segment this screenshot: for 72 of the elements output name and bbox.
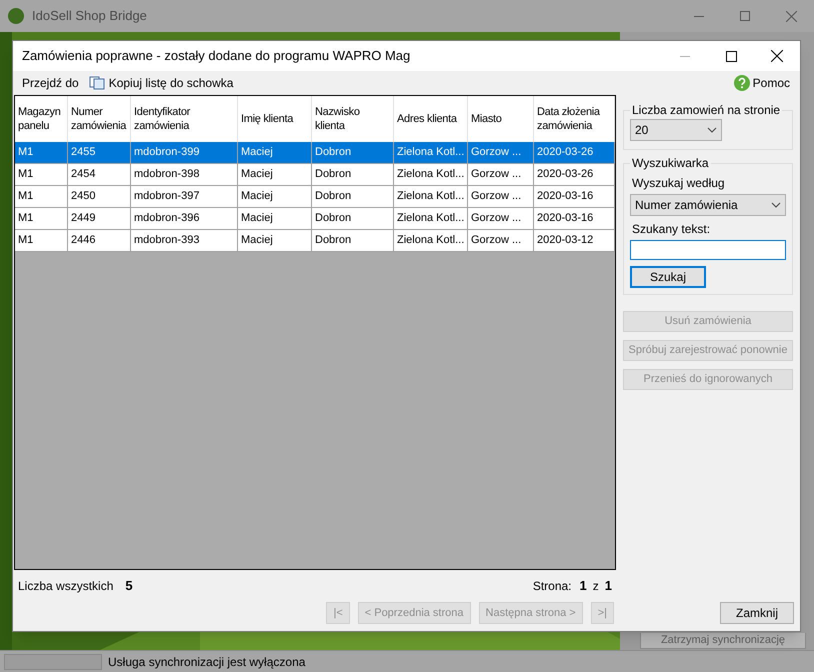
table-row[interactable]: M1 2446 mdobron-393 Maciej Dobron Zielona Kotl... Gorzow ... 2020-03-12	[15, 230, 615, 252]
status-text: Usługa synchronizacji jest wyłączona	[108, 654, 306, 670]
table-cell: 2020-03-26	[534, 164, 615, 185]
copy-icon	[88, 76, 105, 90]
table-row[interactable]: M1 2449 mdobron-396 Maciej Dobron Zielona Kotl... Gorzow ... 2020-03-16	[15, 208, 615, 230]
chevron-down-icon	[707, 127, 717, 133]
table-cell: M1	[15, 164, 68, 185]
table-cell: mdobron-398	[131, 164, 238, 185]
table-cell: Dobron	[312, 186, 394, 207]
total-value: 5	[125, 577, 133, 596]
table-cell: M1	[15, 208, 68, 229]
table-cell: Zielona Kotl...	[394, 186, 468, 207]
table-cell: Zielona Kotl...	[394, 164, 468, 185]
table-row[interactable]: M1 2455 mdobron-399 Maciej Dobron Zielona Kotl... Gorzow ... 2020-03-26	[15, 142, 615, 164]
table-row[interactable]: M1 2450 mdobron-397 Maciej Dobron Zielona Kotl... Gorzow ... 2020-03-16	[15, 186, 615, 208]
table-cell: Gorzow ...	[468, 164, 534, 185]
table-cell: mdobron-396	[131, 208, 238, 229]
window-title: IdoSell Shop Bridge	[32, 7, 147, 26]
page-total: 1	[604, 577, 612, 596]
table-cell: 2020-03-16	[534, 208, 615, 229]
table-cell: M1	[15, 142, 68, 163]
table-cell: 2449	[68, 208, 131, 229]
dialog-title: Zamówienia poprawne - zostały dodane do programu WAPRO Mag	[22, 47, 410, 66]
close-button[interactable]: Zamknij	[720, 602, 794, 624]
table-cell: Gorzow ...	[468, 230, 534, 251]
toolbar-button[interactable]: Kopiuj listę do schowka	[84, 74, 238, 92]
table-cell: Zielona Kotl...	[394, 208, 468, 229]
per-page-dropdown[interactable]: 20	[630, 119, 722, 141]
table-cell: 2450	[68, 186, 131, 207]
table-cell: Maciej	[238, 208, 312, 229]
app-logo-icon	[8, 8, 24, 24]
toolbar-button[interactable]: Przejdź do	[17, 74, 84, 92]
table-cell: Zielona Kotl...	[394, 230, 468, 251]
table-cell: M1	[15, 230, 68, 251]
table-cell: mdobron-399	[131, 142, 238, 163]
table-cell: Dobron	[312, 230, 394, 251]
search-by-label: Wyszukaj według	[632, 175, 726, 192]
table-cell: Zielona Kotl...	[394, 142, 468, 163]
search-text-label: Szukany tekst:	[632, 221, 712, 238]
table-cell: M1	[15, 186, 68, 207]
table-cell: Gorzow ...	[468, 186, 534, 207]
help-button[interactable]: Pomoc	[734, 74, 790, 92]
table-cell: Dobron	[312, 208, 394, 229]
per-page-legend: Liczba zamowień na stronie	[630, 101, 782, 119]
table-cell: 2020-03-16	[534, 186, 615, 207]
table-cell: Gorzow ...	[468, 142, 534, 163]
table-cell: mdobron-397	[131, 186, 238, 207]
table-cell: Maciej	[238, 164, 312, 185]
search-field[interactable]	[630, 240, 786, 260]
table-cell: Maciej	[238, 142, 312, 163]
total-label: Liczba wszystkich	[18, 578, 114, 595]
page-label: Strona:	[532, 578, 572, 595]
search-button[interactable]: Szukaj	[630, 266, 706, 288]
table-cell: 2020-03-12	[534, 230, 615, 251]
search-by-dropdown[interactable]: Numer zamówienia	[630, 194, 786, 216]
table-row[interactable]: M1 2454 mdobron-398 Maciej Dobron Zielona Kotl... Gorzow ... 2020-03-26	[15, 164, 615, 186]
table-cell: Maciej	[238, 230, 312, 251]
table-cell: 2446	[68, 230, 131, 251]
table-cell: 2020-03-26	[534, 142, 615, 163]
chevron-down-icon	[771, 202, 781, 208]
page-of: z	[592, 578, 599, 595]
table-cell: Dobron	[312, 164, 394, 185]
maximize-icon[interactable]	[726, 50, 736, 62]
page-current: 1	[580, 577, 587, 596]
help-icon	[734, 75, 750, 91]
table-cell: 2454	[68, 164, 131, 185]
table-cell: mdobron-393	[131, 230, 238, 251]
table-cell: Gorzow ...	[468, 208, 534, 229]
table-cell: 2455	[68, 142, 131, 163]
table-cell: Maciej	[238, 186, 312, 207]
search-legend: Wyszukiwarka	[630, 154, 711, 172]
table-cell: Dobron	[312, 142, 394, 163]
